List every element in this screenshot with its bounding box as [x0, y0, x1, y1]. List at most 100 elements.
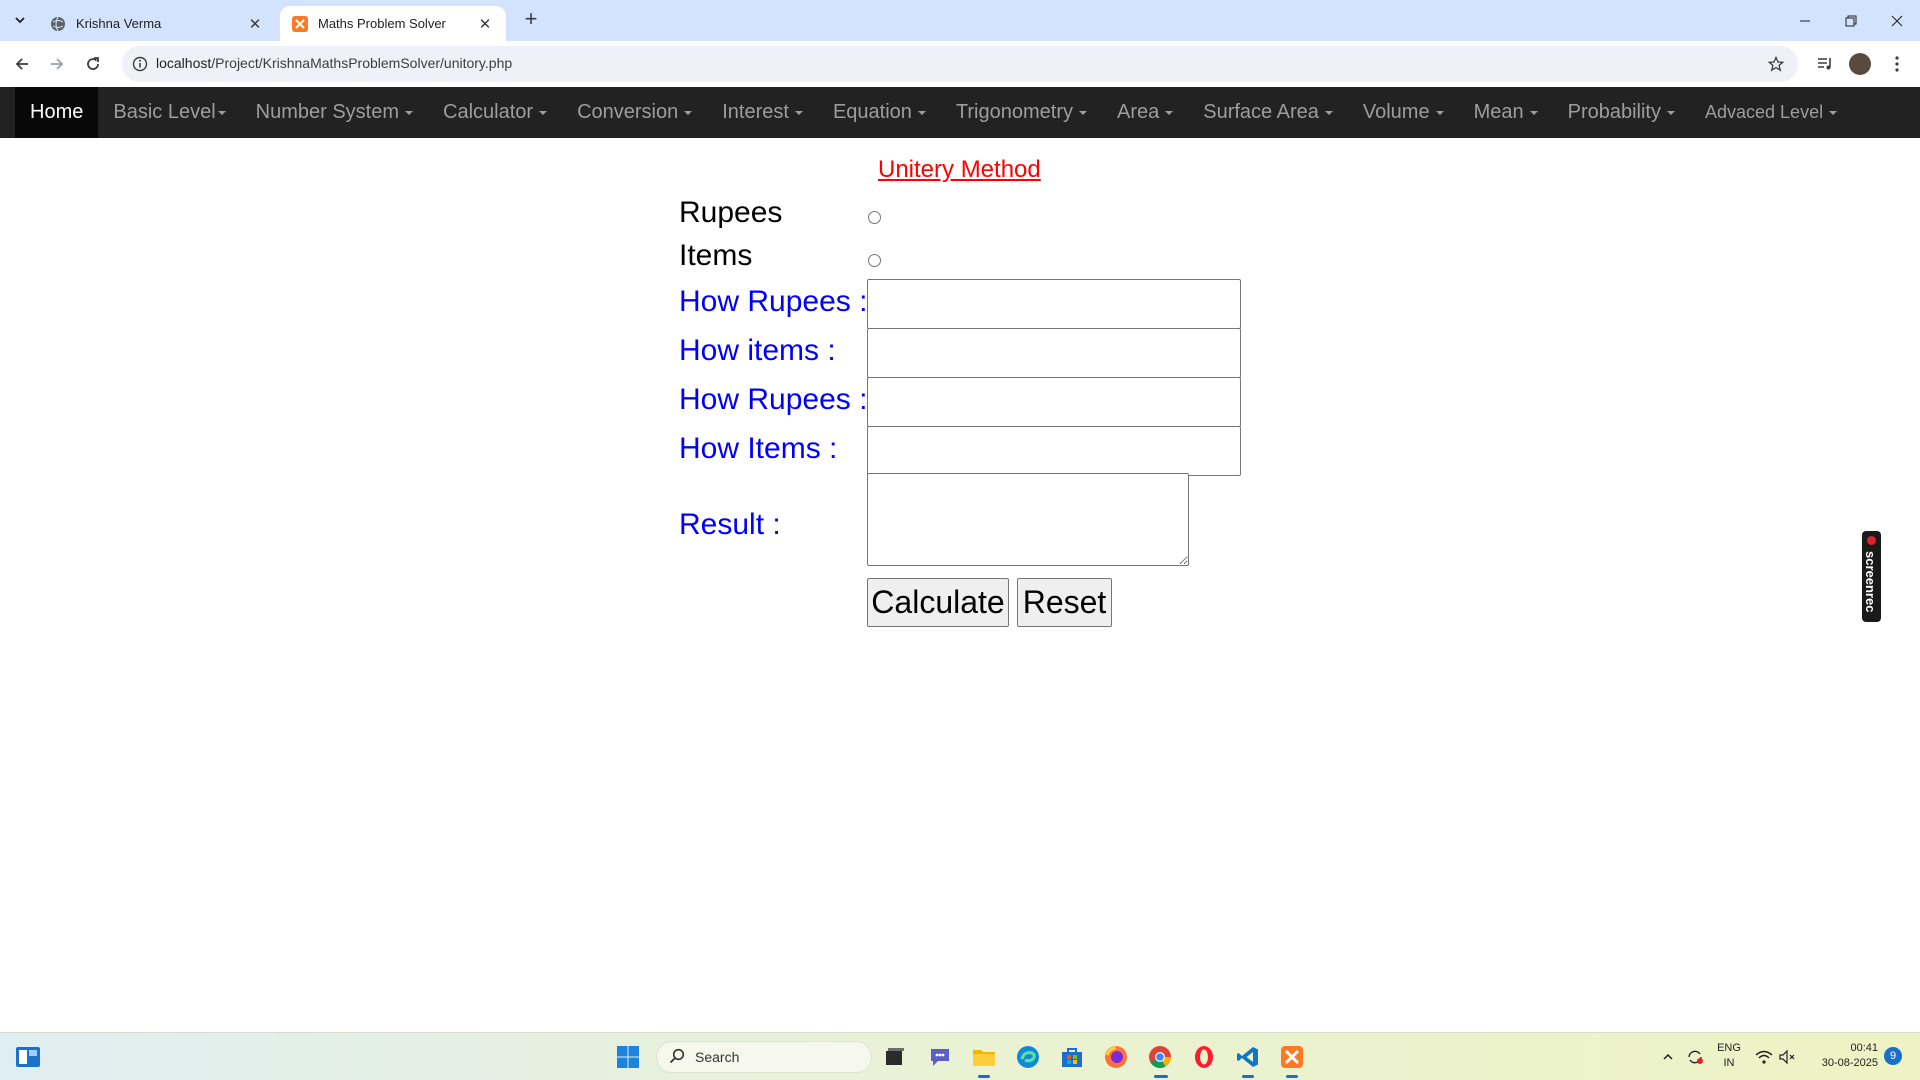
tab-krishna-verma[interactable]: Krishna Verma ✕ [38, 6, 276, 41]
caret-down-icon [794, 110, 803, 115]
volume-muted-icon[interactable] [1776, 1043, 1800, 1071]
region-code: IN [1723, 1057, 1735, 1069]
microsoft-store-icon[interactable] [1058, 1043, 1086, 1071]
sync-status-icon[interactable] [1682, 1043, 1708, 1071]
tab-search-chevron-icon[interactable] [8, 8, 32, 32]
notification-badge[interactable]: 9 [1884, 1047, 1902, 1065]
taskbar-search[interactable]: Search [656, 1041, 872, 1073]
nav-calculator[interactable]: Calculator [428, 87, 562, 138]
restore-icon[interactable] [1828, 0, 1874, 41]
start-windows-icon[interactable] [614, 1043, 642, 1071]
rupees-radio[interactable] [868, 211, 881, 224]
new-tab-button[interactable]: + [519, 8, 543, 32]
nav-label: Basic Level [113, 101, 216, 123]
nav-advaced-level[interactable]: Advaced Level [1690, 87, 1852, 138]
caret-down-icon [1529, 110, 1538, 115]
site-info-icon[interactable] [130, 54, 150, 74]
vscode-icon[interactable] [1234, 1043, 1262, 1071]
active-app-indicator [1286, 1075, 1298, 1078]
nav-label: Equation [832, 101, 912, 123]
tab-close-icon[interactable]: ✕ [476, 15, 494, 33]
tab-maths-problem-solver[interactable]: Maths Problem Solver ✕ [280, 6, 506, 41]
nav-number-system[interactable]: Number System [241, 87, 428, 138]
nav-area[interactable]: Area [1102, 87, 1188, 138]
address-bar[interactable]: localhost/Project/KrishnaMathsProblemSol… [122, 46, 1798, 82]
result-label: Result : [679, 508, 781, 541]
language-indicator[interactable]: ENG IN [1714, 1041, 1744, 1071]
active-app-indicator [1154, 1075, 1168, 1078]
reload-icon[interactable] [79, 50, 107, 78]
how-items-input-2[interactable] [867, 426, 1241, 476]
show-hidden-icons-chevron-icon[interactable] [1656, 1043, 1680, 1071]
more-menu-icon[interactable] [1883, 50, 1911, 78]
clock[interactable]: 00:41 30-08-2025 [1806, 1041, 1878, 1071]
opera-icon[interactable] [1190, 1043, 1218, 1071]
tab-close-icon[interactable]: ✕ [246, 15, 264, 33]
media-controls-icon[interactable] [1811, 50, 1839, 78]
nav-home[interactable]: Home [15, 87, 99, 138]
url-path: /Project/KrishnaMathsProblemSolver/unito… [211, 55, 513, 71]
file-explorer-icon[interactable] [970, 1043, 998, 1071]
nav-volume[interactable]: Volume [1348, 87, 1459, 138]
nav-label: Advaced Level [1705, 102, 1824, 122]
how-items-label-1: How items : [679, 334, 836, 367]
back-arrow-icon[interactable] [8, 50, 36, 78]
browser-toolbar: localhost/Project/KrishnaMathsProblemSol… [0, 41, 1920, 87]
tab-title: Maths Problem Solver [318, 16, 446, 31]
caret-down-icon [1667, 110, 1675, 115]
nav-mean[interactable]: Mean [1459, 87, 1553, 138]
caret-down-icon [405, 110, 414, 115]
how-rupees-input-2[interactable] [867, 377, 1241, 427]
calculate-button[interactable]: Calculate [867, 578, 1009, 627]
nav-interest[interactable]: Interest [707, 87, 818, 138]
caret-down-icon [1829, 110, 1838, 115]
profile-avatar[interactable] [1846, 50, 1874, 78]
caret-down-icon [217, 110, 226, 115]
how-items-input-1[interactable] [867, 328, 1241, 378]
how-rupees-input-1[interactable] [867, 279, 1241, 329]
items-radio-label: Items [679, 239, 753, 272]
url-host: localhost [156, 55, 212, 71]
nav-label: Area [1116, 101, 1160, 123]
nav-label: Surface Area [1203, 101, 1319, 123]
firefox-icon[interactable] [1102, 1043, 1130, 1071]
caret-down-icon [684, 110, 693, 115]
teams-chat-icon[interactable] [926, 1043, 954, 1071]
nav-probability[interactable]: Probability [1553, 87, 1690, 138]
edge-browser-icon[interactable] [1014, 1043, 1042, 1071]
nav-label: Conversion [577, 101, 679, 123]
navbar-items: Home Basic Level Number System Calculato… [15, 87, 1852, 138]
window-controls [1782, 0, 1920, 41]
minimize-icon[interactable] [1782, 0, 1828, 41]
items-radio[interactable] [868, 254, 881, 267]
forward-arrow-icon[interactable] [43, 50, 71, 78]
wifi-icon[interactable] [1752, 1043, 1776, 1071]
page-title[interactable]: Unitery Method [878, 156, 1041, 184]
nav-surface-area[interactable]: Surface Area [1188, 87, 1348, 138]
caret-down-icon [1435, 110, 1444, 115]
close-window-icon[interactable] [1874, 0, 1920, 41]
reset-button[interactable]: Reset [1017, 578, 1112, 627]
nav-trigonometry[interactable]: Trigonometry [941, 87, 1102, 138]
widgets-icon[interactable] [14, 1043, 42, 1071]
xampp-icon[interactable] [1278, 1043, 1306, 1071]
nav-basic-level[interactable]: Basic Level [98, 87, 240, 138]
task-view-icon[interactable] [880, 1043, 908, 1071]
screenrec-widget[interactable]: screenrec [1862, 531, 1881, 622]
nav-label: Interest [722, 101, 789, 123]
rupees-radio-label: Rupees [679, 196, 783, 229]
search-placeholder: Search [695, 1049, 740, 1065]
nav-conversion[interactable]: Conversion [562, 87, 707, 138]
xampp-icon [292, 15, 308, 32]
bookmark-star-icon[interactable] [1766, 54, 1786, 74]
screenrec-label: screenrec [1863, 551, 1878, 613]
active-app-indicator [978, 1075, 990, 1078]
nav-label: Calculator [443, 101, 534, 123]
globe-icon [50, 16, 66, 32]
nav-equation[interactable]: Equation [818, 87, 941, 138]
chrome-icon[interactable] [1146, 1043, 1174, 1071]
result-textarea[interactable] [867, 473, 1189, 566]
caret-down-icon [917, 110, 926, 115]
record-dot-icon [1867, 536, 1876, 545]
url-text: localhost/Project/KrishnaMathsProblemSol… [156, 55, 512, 71]
